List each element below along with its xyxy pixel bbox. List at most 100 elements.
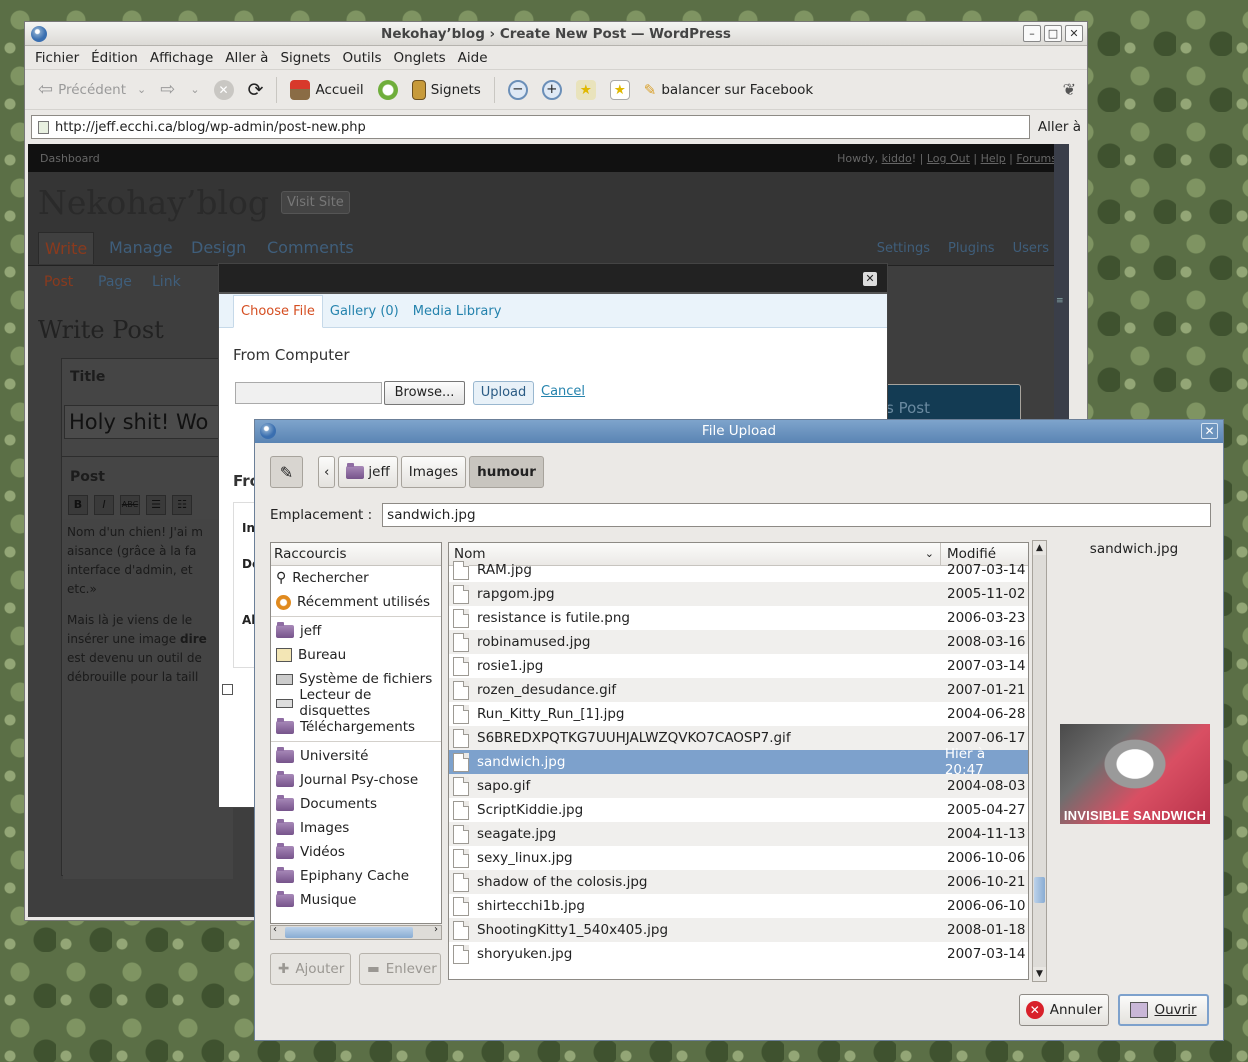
file-row[interactable]: resistance is futile.png 2006-03-23	[449, 606, 1028, 630]
back-button[interactable]: ⇦ Précédent ⌄	[33, 75, 151, 105]
scroll-down-arrow[interactable]: ▼	[1033, 967, 1046, 981]
scroll-left-arrow[interactable]: ‹	[273, 924, 277, 935]
bookmark-universite[interactable]: Université	[271, 744, 441, 768]
tab-manage[interactable]: Manage	[103, 232, 179, 263]
bookmark-images[interactable]: Images	[271, 816, 441, 840]
maximize-button[interactable]: □	[1044, 25, 1062, 42]
tab-plugins[interactable]: Plugins	[948, 241, 995, 256]
tab-design[interactable]: Design	[185, 232, 252, 263]
file-row[interactable]: rosie1.jpg 2007-03-14	[449, 654, 1028, 678]
chevron-down-icon[interactable]: ⌄	[190, 83, 199, 96]
type-location-button[interactable]: ✎	[270, 456, 303, 488]
menu-aide[interactable]: Aide	[454, 50, 496, 66]
user-name-link[interactable]: kiddo	[882, 152, 912, 165]
file-row[interactable]: shirtecchi1b.jpg 2006-06-10	[449, 894, 1028, 918]
subtab-page[interactable]: Page	[98, 274, 132, 290]
path-humour[interactable]: humour	[469, 456, 544, 488]
menu-outils[interactable]: Outils	[339, 50, 390, 66]
file-row[interactable]: seagate.jpg 2004-11-13	[449, 822, 1028, 846]
close-dialog-button[interactable]: ✕	[1201, 423, 1218, 439]
scroll-thumb[interactable]	[1034, 877, 1045, 903]
scroll-up-arrow[interactable]: ▲	[1033, 541, 1046, 555]
address-field[interactable]: http://jeff.ecchi.ca/blog/wp-admin/post-…	[31, 115, 1030, 139]
forward-button[interactable]: ⇨ ⌄	[155, 75, 204, 105]
add-bookmark-button[interactable]: ✚ Ajouter	[270, 953, 351, 985]
tab-comments[interactable]: Comments	[261, 232, 360, 263]
reload-button[interactable]: ⟳	[243, 75, 269, 105]
visit-site-button[interactable]: Visit Site	[281, 190, 350, 214]
close-window-button[interactable]: ✕	[1065, 25, 1083, 42]
cancel-button[interactable]: ✕ Annuler	[1019, 994, 1109, 1026]
bookmarks-button[interactable]: Signets	[407, 75, 486, 105]
file-row[interactable]: rapgom.jpg 2005-11-02	[449, 582, 1028, 606]
stop-button[interactable]: ✕	[209, 75, 239, 105]
tab-settings[interactable]: Settings	[877, 241, 930, 256]
bullet-list-button[interactable]: ☰	[146, 495, 166, 515]
tab-media-library[interactable]: Media Library	[406, 296, 509, 327]
close-modal-button[interactable]: ✕	[863, 272, 877, 286]
logout-link[interactable]: Log Out	[927, 152, 970, 165]
open-button[interactable]: Ouvrir	[1118, 994, 1209, 1026]
shortcut-jeff[interactable]: jeff	[271, 619, 441, 643]
shortcut-recent[interactable]: Récemment utilisés	[271, 590, 441, 614]
file-row[interactable]: sapo.gif 2004-08-03	[449, 774, 1028, 798]
zoom-in-button[interactable]: +	[537, 75, 567, 105]
menu-affichage[interactable]: Affichage	[146, 50, 221, 66]
bookmark-musique[interactable]: Musique	[271, 888, 441, 912]
tab-gallery[interactable]: Gallery (0)	[323, 296, 406, 327]
scroll-thumb[interactable]	[285, 927, 413, 938]
bookmark-add-button[interactable]: ★	[571, 75, 601, 105]
shortcuts-hscrollbar[interactable]: ‹ ›	[270, 924, 442, 940]
scroll-right-arrow[interactable]: ›	[434, 924, 438, 935]
bookmark-epiphany-cache[interactable]: Epiphany Cache	[271, 864, 441, 888]
file-row[interactable]: sexy_linux.jpg 2006-10-06	[449, 846, 1028, 870]
tab-choose-file[interactable]: Choose File	[233, 295, 323, 328]
bookmark-journal[interactable]: Journal Psy-chose	[271, 768, 441, 792]
help-link[interactable]: Help	[981, 152, 1006, 165]
facebook-bookmarklet[interactable]: ✎ balancer sur Facebook	[639, 75, 818, 105]
path-jeff[interactable]: jeff	[338, 456, 398, 488]
tab-users[interactable]: Users	[1013, 241, 1049, 256]
bold-button[interactable]: B	[68, 495, 88, 515]
shortcut-desktop[interactable]: Bureau	[271, 643, 441, 667]
go-button[interactable]: Aller à	[1038, 119, 1081, 135]
file-row[interactable]: ShootingKitty1_540x405.jpg 2008-01-18	[449, 918, 1028, 942]
location-input[interactable]: sandwich.jpg	[382, 503, 1212, 527]
dashboard-link[interactable]: Dashboard	[40, 152, 100, 165]
cancel-link[interactable]: Cancel	[541, 384, 585, 399]
menu-fichier[interactable]: Fichier	[31, 50, 87, 66]
subtab-link[interactable]: Link	[152, 274, 181, 290]
file-path-input[interactable]	[235, 382, 382, 404]
path-back-button[interactable]: ‹	[318, 456, 336, 488]
file-row[interactable]: robinamused.jpg 2008-03-16	[449, 630, 1028, 654]
file-row[interactable]: shoryuken.jpg 2007-03-14	[449, 942, 1028, 966]
post-editor[interactable]: Nom d'un chien! J'ai m aisance (grâce à …	[63, 519, 233, 879]
file-row[interactable]: shadow of the colosis.jpg 2006-10-21	[449, 870, 1028, 894]
chevron-down-icon[interactable]: ⌄	[137, 83, 146, 96]
browse-button[interactable]: Browse...	[384, 381, 465, 405]
menu-onglets[interactable]: Onglets	[390, 50, 454, 66]
remove-bookmark-button[interactable]: ▬ Enlever	[359, 953, 441, 985]
home-button[interactable]: Accueil	[285, 75, 368, 105]
shortcut-floppy[interactable]: Lecteur de disquettes	[271, 687, 441, 719]
bookmark-page-button[interactable]: ★	[605, 75, 635, 105]
shortcuts-header[interactable]: Raccourcis	[271, 543, 441, 566]
bookmark-documents[interactable]: Documents	[271, 792, 441, 816]
menu-signets[interactable]: Signets	[276, 50, 338, 66]
menu-edition[interactable]: Édition	[87, 50, 146, 66]
checkbox[interactable]	[222, 684, 233, 695]
file-list-scrollbar[interactable]: ▲ ▼	[1032, 540, 1047, 982]
upload-button[interactable]: Upload	[473, 381, 534, 405]
forums-link[interactable]: Forums	[1016, 152, 1057, 165]
italic-button[interactable]: I	[94, 495, 114, 515]
history-button[interactable]	[373, 75, 403, 105]
shortcut-search[interactable]: ⚲ Rechercher	[271, 566, 441, 590]
minimize-button[interactable]: –	[1023, 25, 1041, 42]
title-input[interactable]: Holy shit! Wo	[64, 405, 234, 439]
strike-button[interactable]: ABC	[120, 495, 140, 515]
path-images[interactable]: Images	[400, 456, 467, 488]
number-list-button[interactable]: ☷	[172, 495, 192, 515]
subtab-post[interactable]: Post	[44, 274, 73, 290]
dialog-titlebar[interactable]: File Upload ✕	[255, 420, 1223, 443]
browser-titlebar[interactable]: Nekohay’blog › Create New Post — WordPre…	[25, 22, 1087, 46]
